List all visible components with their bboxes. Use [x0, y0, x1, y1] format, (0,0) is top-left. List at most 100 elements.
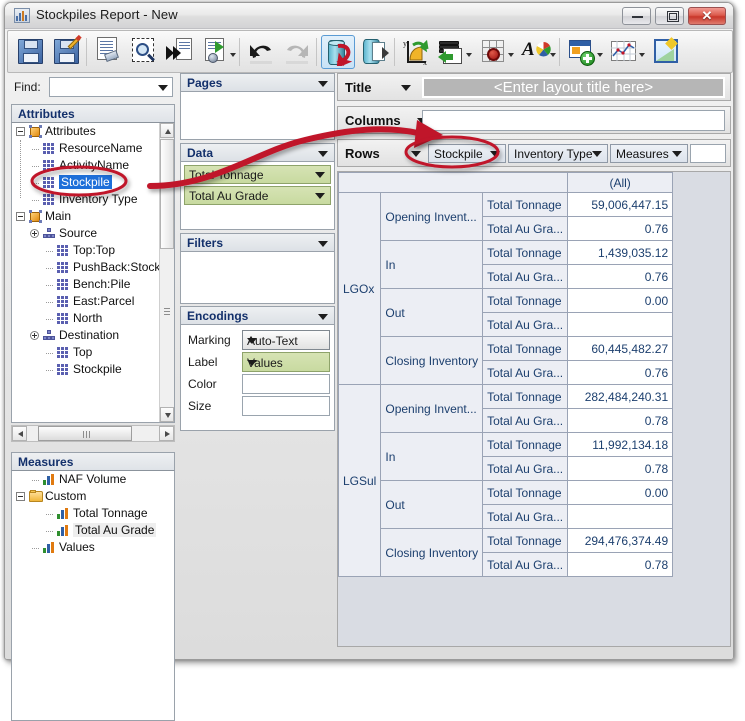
rows-pill-stockpile[interactable]: Stockpile	[428, 144, 506, 163]
encoding-control[interactable]	[242, 396, 330, 416]
data-shelf-body[interactable]: Total Tonnage Total Au Grade	[180, 162, 335, 230]
encoding-control[interactable]: Auto-Text	[242, 330, 330, 350]
encodings-shelf-header[interactable]: Encodings	[180, 306, 335, 325]
save-button[interactable]	[13, 35, 47, 69]
tree-item[interactable]: Stockpile	[12, 174, 174, 191]
tree-item[interactable]: Values	[12, 539, 174, 556]
scroll-left-button[interactable]	[12, 426, 27, 441]
image-export-button[interactable]	[649, 35, 683, 69]
tree-item[interactable]: Bench:Pile	[12, 276, 174, 293]
chevron-down-icon[interactable]	[490, 151, 500, 157]
chevron-down-icon[interactable]	[318, 241, 328, 247]
chart-view-dropdown-arrow[interactable]	[639, 53, 645, 57]
pages-shelf-body[interactable]	[180, 92, 335, 140]
expand-icon[interactable]	[30, 331, 39, 340]
columns-drop-zone[interactable]	[422, 110, 725, 131]
close-button[interactable]: ✕	[688, 7, 726, 25]
chevron-down-icon[interactable]	[318, 314, 328, 320]
chevron-down-icon[interactable]	[592, 151, 602, 157]
chevron-down-icon[interactable]	[411, 151, 421, 157]
expand-icon[interactable]	[30, 229, 39, 238]
table-row[interactable]: In Total Tonnage 1,439,035.12	[339, 240, 674, 289]
chevron-down-icon[interactable]	[247, 360, 257, 366]
chevron-down-icon[interactable]	[401, 85, 411, 91]
data-pill-total-au-grade[interactable]: Total Au Grade	[184, 186, 331, 205]
table-row[interactable]: Out Total Tonnage 0.00	[339, 480, 674, 529]
tree-item[interactable]: NAF Volume	[12, 471, 174, 488]
find-input[interactable]	[49, 77, 173, 97]
hscroll-thumb[interactable]	[38, 426, 132, 441]
chevron-down-icon[interactable]	[315, 193, 325, 199]
table-row[interactable]: Closing Inventory Total Tonnage 60,445,482…	[339, 336, 674, 385]
tree-item[interactable]: Inventory Type	[12, 191, 174, 208]
rows-pill-inventory-type[interactable]: Inventory Type	[508, 144, 608, 163]
axis-button[interactable]: y x	[399, 35, 433, 69]
refresh-data-button[interactable]	[321, 35, 355, 69]
data-shelf-header[interactable]: Data	[180, 143, 335, 162]
layers-dropdown-arrow[interactable]	[466, 53, 472, 57]
tree-item[interactable]: Top:Top	[12, 242, 174, 259]
preview-button[interactable]	[127, 35, 161, 69]
add-view-dropdown-arrow[interactable]	[597, 53, 603, 57]
maximize-button[interactable]	[655, 7, 684, 25]
font-color-button[interactable]: A	[518, 35, 552, 69]
measures-tree[interactable]: NAF Volume Custom Total Tonnage Total Au Gr…	[11, 471, 175, 721]
scroll-down-button[interactable]	[160, 407, 174, 422]
rows-pill-measures[interactable]: Measures	[610, 144, 688, 163]
scroll-up-button[interactable]	[160, 123, 174, 138]
minimize-button[interactable]	[622, 7, 651, 25]
undo-button[interactable]	[244, 35, 278, 69]
tree-item[interactable]: ResourceName	[12, 140, 174, 157]
collapse-icon[interactable]	[16, 212, 25, 221]
font-dropdown-arrow[interactable]	[550, 53, 556, 57]
table-row[interactable]: Out Total Tonnage 0.00	[339, 288, 674, 337]
attributes-tree[interactable]: Attributes ResourceName ActivityName Stockp…	[11, 123, 175, 423]
data-pill-total-tonnage[interactable]: Total Tonnage	[184, 165, 331, 184]
layers-button[interactable]	[435, 35, 469, 69]
attributes-tree-hscrollbar[interactable]	[11, 425, 175, 442]
chevron-down-icon[interactable]	[318, 81, 328, 87]
tree-item[interactable]: Total Tonnage	[12, 505, 174, 522]
tree-item[interactable]: East:Parcel	[12, 293, 174, 310]
tree-item[interactable]: ActivityName	[12, 157, 174, 174]
tree-item[interactable]: Custom	[12, 488, 174, 505]
encoding-control[interactable]	[242, 374, 330, 394]
table-row[interactable]: Closing Inventory Total Tonnage 294,476,37…	[339, 528, 674, 577]
collapse-icon[interactable]	[16, 127, 25, 136]
pages-shelf-header[interactable]: Pages	[180, 73, 335, 92]
chevron-down-icon[interactable]	[318, 151, 328, 157]
export-dropdown-arrow[interactable]	[230, 53, 236, 57]
save-as-button[interactable]	[49, 34, 83, 69]
chevron-down-icon[interactable]	[158, 85, 168, 91]
attributes-tree-scrollbar[interactable]	[159, 123, 174, 422]
add-view-button[interactable]	[564, 35, 598, 69]
rows-drop-zone[interactable]	[690, 144, 726, 163]
pivot-table[interactable]: (All) LGOx Opening Invent... Total Tonnage 5…	[337, 172, 674, 577]
tree-item[interactable]: Top	[12, 344, 174, 361]
table-row[interactable]: LGSul Opening Invent... Total Tonnage 282,4…	[337, 384, 674, 577]
grid-settings-button[interactable]	[476, 35, 510, 69]
tree-item[interactable]: Stockpile	[12, 361, 174, 378]
scroll-thumb[interactable]	[160, 139, 174, 249]
redo-button[interactable]	[280, 35, 314, 69]
filters-shelf-body[interactable]	[180, 252, 335, 304]
grid-dropdown-arrow[interactable]	[508, 53, 514, 57]
chevron-down-icon[interactable]	[247, 338, 257, 344]
tree-item[interactable]: PushBack:Stock	[12, 259, 174, 276]
table-row[interactable]: In Total Tonnage 11,992,134.18	[339, 432, 674, 481]
export-button[interactable]	[199, 35, 233, 69]
clear-layout-button[interactable]	[91, 35, 125, 69]
chevron-down-icon[interactable]	[315, 172, 325, 178]
table-row[interactable]: LGOx Opening Invent... Total Tonnage 59,006…	[337, 192, 674, 385]
database-export-button[interactable]	[357, 35, 391, 69]
tree-item[interactable]: Destination	[12, 327, 174, 344]
scroll-right-button[interactable]	[159, 426, 174, 441]
layout-title-input[interactable]: <Enter layout title here>	[422, 77, 725, 98]
tree-item[interactable]: Source	[12, 225, 174, 242]
tree-item[interactable]: Total Au Grade	[12, 522, 174, 539]
tree-item[interactable]: North	[12, 310, 174, 327]
chart-view-button[interactable]	[607, 35, 641, 69]
tree-item[interactable]: Main	[12, 208, 174, 225]
filters-shelf-header[interactable]: Filters	[180, 233, 335, 252]
collapse-icon[interactable]	[16, 492, 25, 501]
